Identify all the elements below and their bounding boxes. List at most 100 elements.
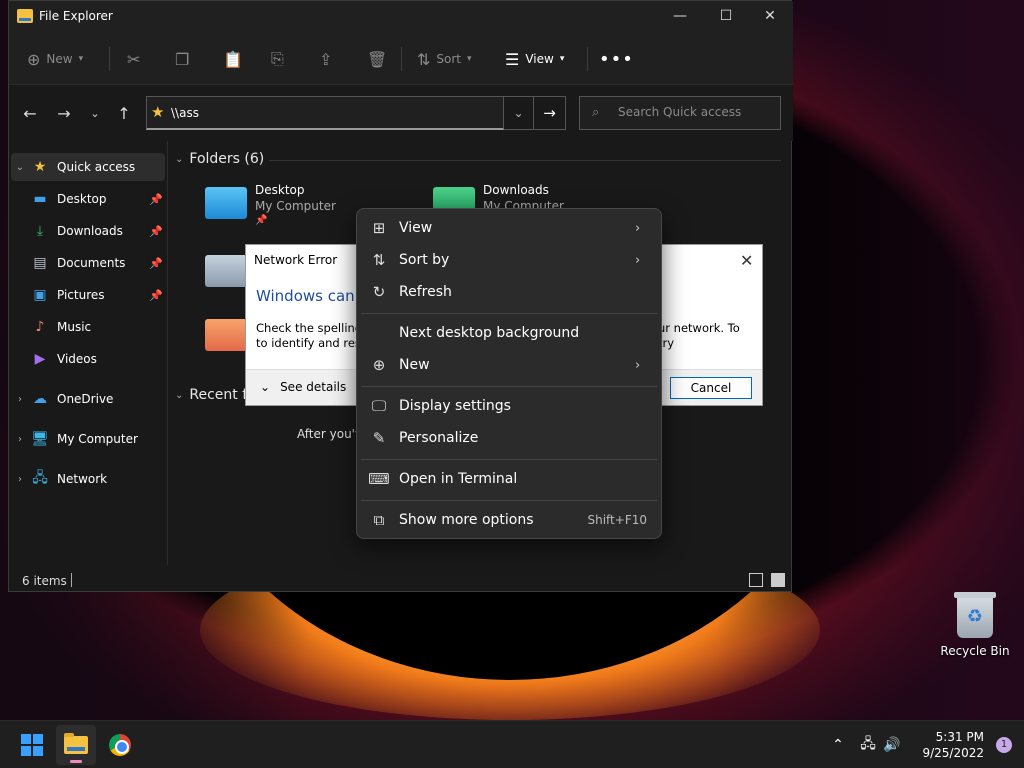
chevron-right-icon[interactable]: ›	[11, 434, 29, 445]
clock[interactable]: 5:31 PM 9/25/2022	[914, 729, 984, 761]
menu-separator	[361, 500, 657, 501]
window-title: File Explorer	[39, 9, 113, 23]
folders-group-title: Folders (6)	[189, 151, 265, 167]
sidebar-item-network[interactable]: › 🖧 Network	[11, 465, 165, 493]
copy-button[interactable]: ❐	[175, 45, 189, 73]
sidebar-item-label: Music	[57, 320, 92, 334]
recent-files-group-header[interactable]: ⌄ Recent fi	[175, 387, 251, 403]
volume-icon[interactable]: 🔊	[880, 737, 904, 753]
sidebar-item-videos[interactable]: ▶ Videos	[11, 345, 165, 373]
sidebar-item-music[interactable]: ♪ Music	[11, 313, 165, 341]
star-icon: ★	[151, 103, 165, 121]
sidebar-item-desktop[interactable]: ▬ Desktop 📌	[11, 185, 165, 213]
title-bar[interactable]: File Explorer — ☐ ✕	[9, 1, 793, 33]
address-bar[interactable]: ★ \\ass	[146, 96, 504, 130]
recycle-bin-shortcut[interactable]: ♻ Recycle Bin	[940, 592, 1010, 658]
sidebar-item-downloads[interactable]: ⤓ Downloads 📌	[11, 217, 165, 245]
toolbar-divider	[401, 47, 402, 71]
dialog-close-icon[interactable]: ✕	[740, 251, 753, 270]
sidebar-item-label: Videos	[57, 352, 97, 366]
sidebar-item-my-computer[interactable]: › 🖥 My Computer	[11, 425, 165, 453]
share-button[interactable]: ⇪	[319, 45, 332, 73]
sort-icon: ⇅	[372, 251, 386, 269]
pin-icon: 📌	[149, 192, 163, 206]
recent-locations-chevron-icon[interactable]: ⌄	[84, 103, 106, 125]
start-button[interactable]	[12, 725, 52, 765]
menu-item-new[interactable]: ⊕ New ›	[361, 350, 657, 380]
scissors-icon: ✂	[127, 49, 141, 69]
chevron-down-icon[interactable]: ⌄	[11, 162, 29, 173]
new-button[interactable]: ⊕ New ▾	[27, 45, 83, 73]
menu-separator	[361, 459, 657, 460]
folders-group-header[interactable]: ⌄ Folders (6)	[175, 151, 264, 167]
see-details-toggle[interactable]: ⌄ See details	[260, 380, 346, 394]
menu-item-label: Refresh	[399, 284, 452, 300]
pane-divider[interactable]	[167, 141, 168, 565]
sidebar-item-label: Desktop	[57, 192, 107, 206]
menu-item-personalize[interactable]: ✎ Personalize	[361, 423, 657, 453]
menu-item-sort-by[interactable]: ⇅ Sort by ›	[361, 245, 657, 275]
sidebar-item-quick-access[interactable]: ⌄ ★ Quick access	[11, 153, 165, 181]
menu-item-next-desktop-background[interactable]: Next desktop background	[361, 318, 657, 348]
go-button[interactable]: →	[533, 96, 566, 130]
sidebar-item-pictures[interactable]: ▣ Pictures 📌	[11, 281, 165, 309]
menu-item-open-in-terminal[interactable]: ⌨ Open in Terminal	[361, 464, 657, 494]
copy-icon: ❐	[175, 49, 190, 69]
chevron-down-icon: ▾	[467, 54, 472, 64]
taskbar-chrome[interactable]	[100, 725, 140, 765]
back-arrow-icon[interactable]: ←	[19, 103, 41, 125]
chevron-down-icon: ⌄	[175, 153, 184, 165]
up-arrow-icon[interactable]: ↑	[113, 103, 135, 125]
sidebar-item-label: Documents	[57, 256, 126, 270]
network-status-icon[interactable]: 🖧	[856, 733, 880, 757]
menu-item-show-more-options[interactable]: ⧉ Show more options Shift+F10	[361, 505, 657, 535]
dialog-body-right: ur network. To try	[658, 321, 740, 350]
sort-button[interactable]: ⇅ Sort ▾	[417, 45, 472, 73]
search-input[interactable]	[618, 105, 774, 119]
view-button[interactable]: ☰ View ▾	[505, 45, 564, 73]
taskbar-file-explorer[interactable]	[56, 725, 96, 765]
desktop-folder-icon	[205, 187, 247, 219]
address-dropdown-button[interactable]: ⌄	[504, 96, 534, 130]
clock-date: 9/25/2022	[922, 746, 984, 760]
tiles-view-icon[interactable]	[771, 573, 785, 587]
chevron-right-icon[interactable]: ›	[11, 474, 29, 485]
sidebar-item-documents[interactable]: ▤ Documents 📌	[11, 249, 165, 277]
chevron-right-icon[interactable]: ›	[11, 394, 29, 405]
menu-item-label: New	[399, 357, 430, 373]
chevron-up-icon[interactable]: ⌃	[826, 737, 850, 753]
rename-button[interactable]: ⎘	[271, 45, 284, 73]
details-view-icon[interactable]	[749, 573, 763, 587]
delete-button[interactable]: 🗑	[367, 45, 387, 73]
maximize-button[interactable]: ☐	[703, 1, 749, 33]
close-button[interactable]: ✕	[747, 1, 793, 33]
sidebar-item-label: Quick access	[57, 160, 136, 174]
minimize-button[interactable]: —	[657, 1, 703, 33]
more-options-button[interactable]: •••	[599, 45, 634, 73]
sort-icon: ⇅	[417, 49, 431, 69]
cancel-button[interactable]: Cancel	[670, 377, 752, 399]
view-button-label: View	[525, 52, 554, 66]
sidebar-item-label: Pictures	[57, 288, 105, 302]
menu-item-view[interactable]: ⊞ View ›	[361, 213, 657, 243]
plus-circle-icon: ⊕	[27, 49, 41, 69]
cut-button[interactable]: ✂	[127, 45, 140, 73]
menu-item-display-settings[interactable]: 🖵 Display settings	[361, 391, 657, 421]
chevron-down-icon: ⌄	[260, 380, 271, 394]
paste-button[interactable]: 📋	[223, 45, 243, 73]
music-icon: ♪	[35, 319, 45, 335]
menu-item-refresh[interactable]: ↻ Refresh	[361, 277, 657, 307]
folder-name: Downloads	[483, 183, 549, 197]
display-icon: 🖵	[371, 397, 387, 415]
notification-badge[interactable]: 1	[996, 737, 1012, 753]
view-list-icon: ☰	[505, 49, 520, 69]
status-bar: 6 items	[9, 565, 793, 593]
sidebar-item-onedrive[interactable]: › ☁ OneDrive	[11, 385, 165, 413]
brush-icon: ✎	[372, 429, 386, 447]
cloud-icon: ☁	[33, 391, 47, 407]
windows-logo-icon	[21, 734, 43, 756]
forward-arrow-icon[interactable]: →	[53, 103, 75, 125]
search-box[interactable]: ⌕	[579, 96, 781, 130]
chevron-down-icon: ▾	[559, 54, 565, 64]
recycle-bin-label: Recycle Bin	[940, 644, 1010, 658]
